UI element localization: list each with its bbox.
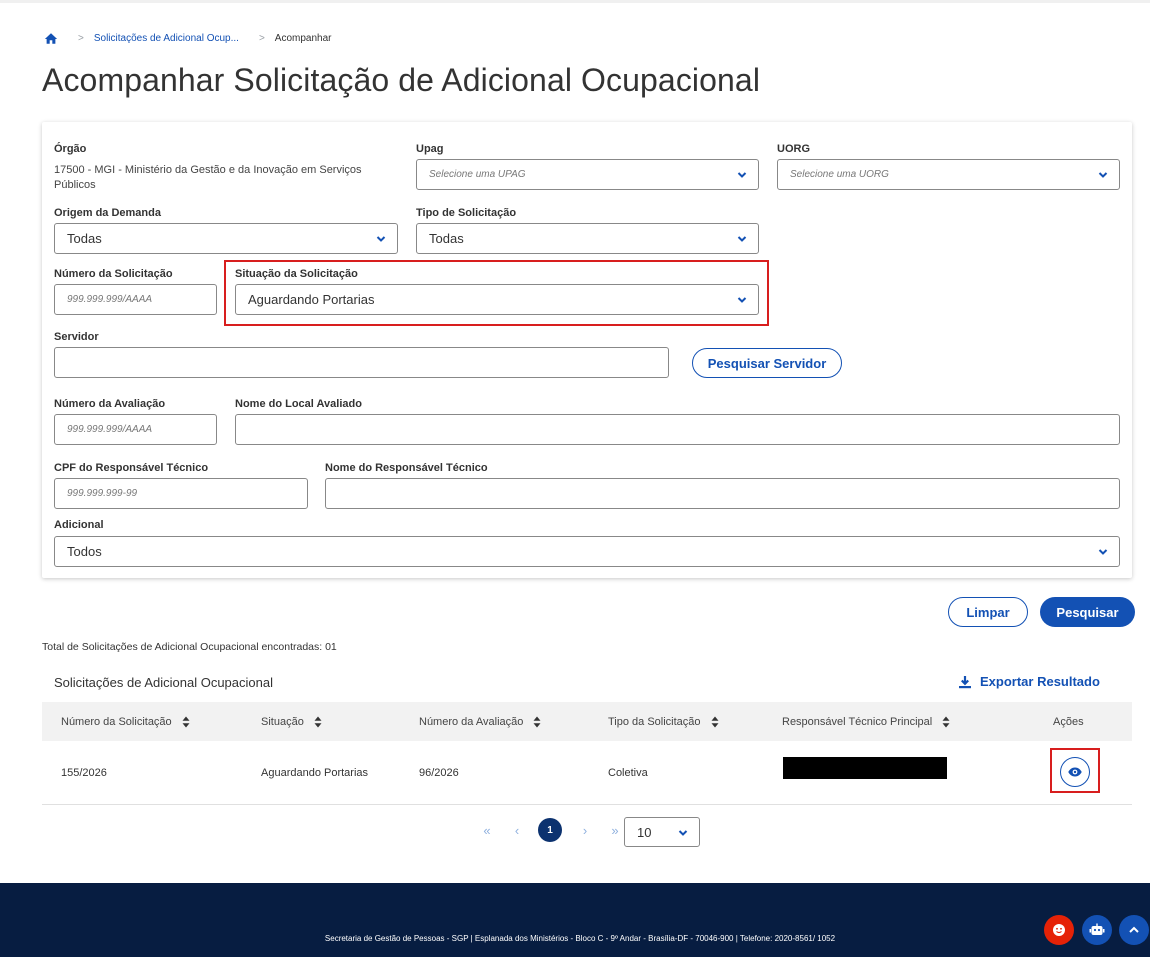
smiley-icon	[1053, 924, 1065, 936]
cpf-responsavel-label: CPF do Responsável Técnico	[54, 462, 209, 474]
chevron-down-icon	[678, 830, 688, 836]
cell-situacao: Aguardando Portarias	[261, 767, 369, 779]
adicional-value: Todos	[67, 544, 102, 559]
breadcrumb-separator-icon: >	[258, 32, 265, 44]
table-row: 155/2026 Aguardando Portarias 96/2026 Co…	[42, 741, 1132, 805]
robot-icon	[1089, 923, 1105, 935]
table-header: Número da Solicitação Situação Número da…	[42, 702, 1132, 741]
numero-avaliacao-input[interactable]: 999.999.999/AAAA	[54, 414, 217, 445]
page-title: Acompanhar Solicitação de Adicional Ocup…	[42, 62, 761, 98]
chevron-down-icon	[737, 236, 747, 242]
first-page-icon[interactable]: «	[480, 823, 494, 838]
prev-page-icon[interactable]: ‹	[510, 823, 524, 838]
column-header-label: Responsável Técnico Principal	[782, 715, 933, 728]
chevron-up-icon	[1129, 926, 1139, 933]
column-header-label: Situação	[261, 715, 304, 728]
results-title: Solicitações de Adicional Ocupacional	[54, 675, 273, 690]
orgao-label: Órgão	[54, 143, 87, 155]
sort-icon	[533, 716, 541, 727]
tipo-label: Tipo de Solicitação	[416, 207, 517, 219]
cell-numero: 155/2026	[61, 767, 107, 779]
breadcrumb-current: Acompanhar	[274, 32, 332, 44]
page-button-current[interactable]: 1	[538, 818, 562, 842]
sort-icon	[182, 716, 190, 727]
sort-icon	[711, 716, 719, 727]
upag-placeholder: Selecione uma UPAG	[429, 169, 526, 180]
export-label: Exportar Resultado	[980, 674, 1100, 689]
cpf-responsavel-placeholder: 999.999.999-99	[67, 488, 138, 499]
nome-responsavel-input[interactable]	[325, 478, 1120, 509]
sort-icon	[942, 716, 950, 727]
top-border	[0, 0, 1150, 3]
column-header-avaliacao[interactable]: Número da Avaliação	[419, 702, 541, 741]
numero-avaliacao-label: Número da Avaliação	[54, 398, 166, 410]
chevron-down-icon	[376, 236, 386, 242]
numero-avaliacao-placeholder: 999.999.999/AAAA	[67, 424, 153, 435]
column-header-label: Número da Avaliação	[419, 715, 524, 728]
origem-value: Todas	[67, 231, 102, 246]
cell-tipo: Coletiva	[608, 767, 648, 779]
sort-icon	[314, 716, 322, 727]
origem-select[interactable]: Todas	[54, 223, 398, 254]
servidor-input[interactable]	[54, 347, 669, 378]
chevron-down-icon	[1098, 172, 1108, 178]
nome-local-label: Nome do Local Avaliado	[235, 398, 362, 410]
origem-label: Origem da Demanda	[54, 207, 161, 219]
uorg-label: UORG	[777, 143, 810, 155]
nome-responsavel-label: Nome do Responsável Técnico	[325, 462, 488, 474]
orgao-value: 17500 - MGI - Ministério da Gestão e da …	[54, 164, 362, 191]
column-header-acoes: Ações	[1053, 702, 1084, 741]
redacted-responsavel	[783, 757, 947, 779]
column-header-label: Tipo da Solicitação	[608, 715, 701, 728]
chevron-down-icon	[1098, 549, 1108, 555]
column-header-tipo[interactable]: Tipo da Solicitação	[608, 702, 719, 741]
column-header-numero[interactable]: Número da Solicitação	[61, 702, 190, 741]
cell-avaliacao: 96/2026	[419, 767, 459, 779]
uorg-placeholder: Selecione uma UORG	[790, 169, 889, 180]
home-icon[interactable]	[44, 32, 58, 45]
uorg-select[interactable]: Selecione uma UORG	[777, 159, 1120, 190]
last-page-icon[interactable]: »	[608, 823, 622, 838]
feedback-button[interactable]	[1044, 915, 1074, 945]
column-header-situacao[interactable]: Situação	[261, 702, 322, 741]
tipo-select[interactable]: Todas	[416, 223, 759, 254]
chatbot-button[interactable]	[1082, 915, 1112, 945]
numero-solicitacao-input[interactable]: 999.999.999/AAAA	[54, 284, 217, 315]
upag-label: Upag	[416, 143, 444, 155]
page-size-value: 10	[637, 824, 652, 840]
breadcrumb: > Solicitações de Adicional Ocup... > Ac…	[44, 30, 331, 46]
pesquisar-button[interactable]: Pesquisar	[1040, 597, 1135, 627]
breadcrumb-separator-icon: >	[78, 32, 84, 44]
filter-card: Órgão 17500 - MGI - Ministério da Gestão…	[42, 122, 1132, 578]
limpar-button[interactable]: Limpar	[948, 597, 1028, 627]
breadcrumb-link-solicitacoes[interactable]: Solicitações de Adicional Ocup...	[94, 33, 239, 44]
numero-solicitacao-label: Número da Solicitação	[54, 268, 173, 280]
pesquisar-servidor-button[interactable]: Pesquisar Servidor	[692, 348, 842, 378]
adicional-label: Adicional	[54, 519, 104, 531]
scroll-top-button[interactable]	[1119, 915, 1149, 945]
page-size-select[interactable]: 10	[624, 817, 700, 847]
tipo-value: Todas	[429, 231, 464, 246]
export-result-button[interactable]: Exportar Resultado	[958, 674, 1100, 689]
cpf-responsavel-input[interactable]: 999.999.999-99	[54, 478, 308, 509]
column-header-label: Número da Solicitação	[61, 715, 172, 728]
numero-solicitacao-placeholder: 999.999.999/AAAA	[67, 294, 153, 305]
download-icon	[959, 675, 971, 688]
chevron-down-icon	[737, 172, 747, 178]
next-page-icon[interactable]: ›	[578, 823, 592, 838]
total-results-text: Total de Solicitações de Adicional Ocupa…	[42, 641, 337, 653]
nome-local-input[interactable]	[235, 414, 1120, 445]
servidor-label: Servidor	[54, 331, 99, 343]
adicional-select[interactable]: Todos	[54, 536, 1120, 567]
pagination: « ‹ 1 › »	[480, 818, 622, 842]
column-header-label: Ações	[1053, 715, 1084, 728]
column-header-responsavel[interactable]: Responsável Técnico Principal	[782, 702, 950, 741]
situacao-highlight-box	[224, 260, 769, 326]
footer: Secretaria de Gestão de Pessoas - SGP | …	[0, 883, 1150, 957]
footer-address: Secretaria de Gestão de Pessoas - SGP | …	[324, 934, 836, 943]
action-highlight-box	[1050, 748, 1100, 793]
upag-select[interactable]: Selecione uma UPAG	[416, 159, 759, 190]
